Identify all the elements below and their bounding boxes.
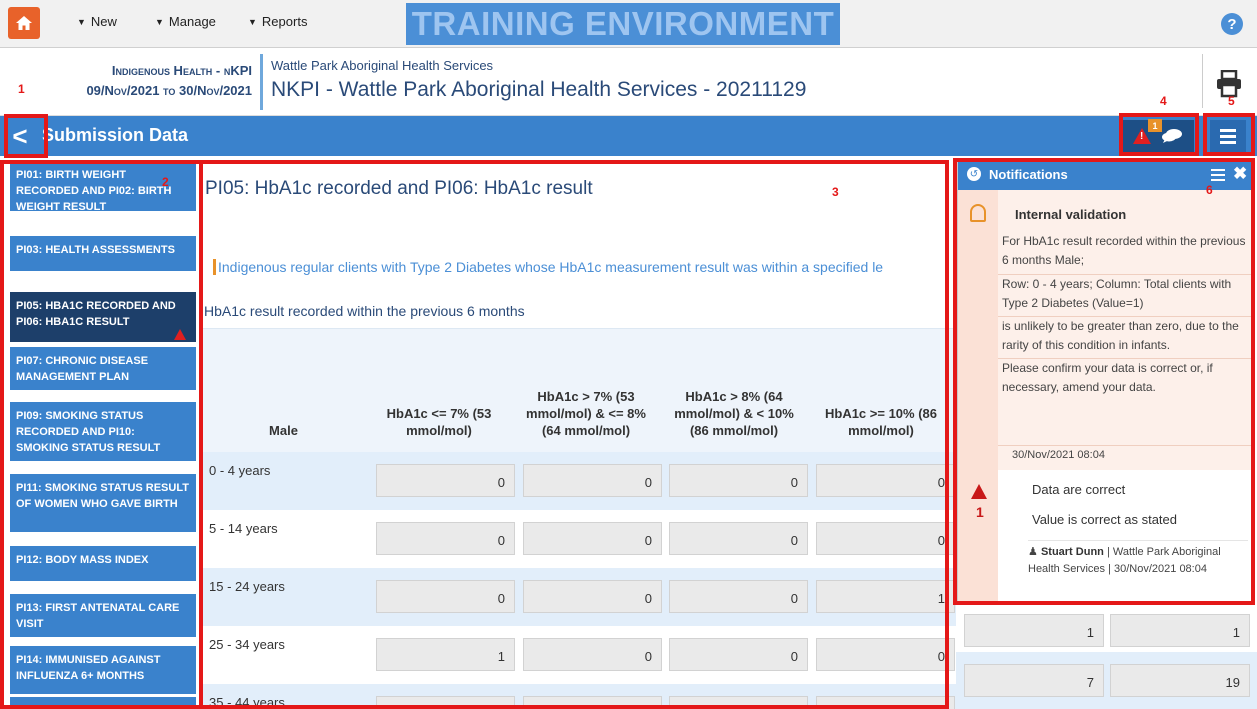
- value-input[interactable]: 19: [1110, 664, 1250, 697]
- callout-box-sidebar: [0, 160, 203, 709]
- caret-down-icon: ▼: [77, 16, 86, 27]
- callout-number: 3: [832, 185, 839, 199]
- report-type-label: Indigenous Health - nKPI 09/Nov/2021 to …: [86, 63, 252, 98]
- print-divider: [1202, 54, 1203, 108]
- table-extra-columns: 1 1 7 19: [956, 603, 1257, 709]
- callout-box-back: [4, 114, 48, 158]
- callout-number: 6: [1206, 183, 1213, 197]
- report-header: Indigenous Health - nKPI 09/Nov/2021 to …: [0, 48, 1257, 116]
- callout-box-notifications-panel: [953, 158, 1255, 605]
- new-menu[interactable]: ▼ New: [77, 14, 117, 29]
- table-row: 7 19: [956, 652, 1257, 709]
- manage-menu[interactable]: ▼ Manage: [155, 14, 216, 29]
- header-divider: [260, 54, 263, 110]
- callout-box-main: [199, 160, 949, 709]
- submission-toolbar: < Submission Data ! 1: [0, 116, 1257, 156]
- callout-number: 1: [18, 82, 25, 96]
- caret-down-icon: ▼: [155, 16, 164, 27]
- home-button[interactable]: [8, 7, 40, 39]
- callout-number: 4: [1160, 94, 1167, 108]
- value-input[interactable]: 1: [964, 614, 1104, 647]
- section-title: Submission Data: [42, 125, 189, 145]
- help-icon[interactable]: ?: [1221, 13, 1243, 35]
- value-input[interactable]: 7: [964, 664, 1104, 697]
- callout-box-menu-button: [1203, 113, 1255, 156]
- callout-box-notifications-button: [1119, 113, 1199, 156]
- training-environment-banner: TRAINING ENVIRONMENT: [406, 3, 840, 45]
- organisation-name: Wattle Park Aboriginal Health Services: [271, 58, 494, 73]
- home-icon: [16, 16, 32, 30]
- page-title: NKPI - Wattle Park Aboriginal Health Ser…: [271, 78, 807, 101]
- caret-down-icon: ▼: [248, 16, 257, 27]
- value-input[interactable]: 1: [1110, 614, 1250, 647]
- reports-menu[interactable]: ▼ Reports: [248, 14, 307, 29]
- callout-number: 2: [162, 175, 169, 189]
- table-row: 1 1: [956, 603, 1257, 652]
- callout-number: 5: [1228, 94, 1235, 108]
- top-navigation-bar: ▼ New ▼ Manage ▼ Reports TRAINING ENVIRONME…: [0, 0, 1257, 48]
